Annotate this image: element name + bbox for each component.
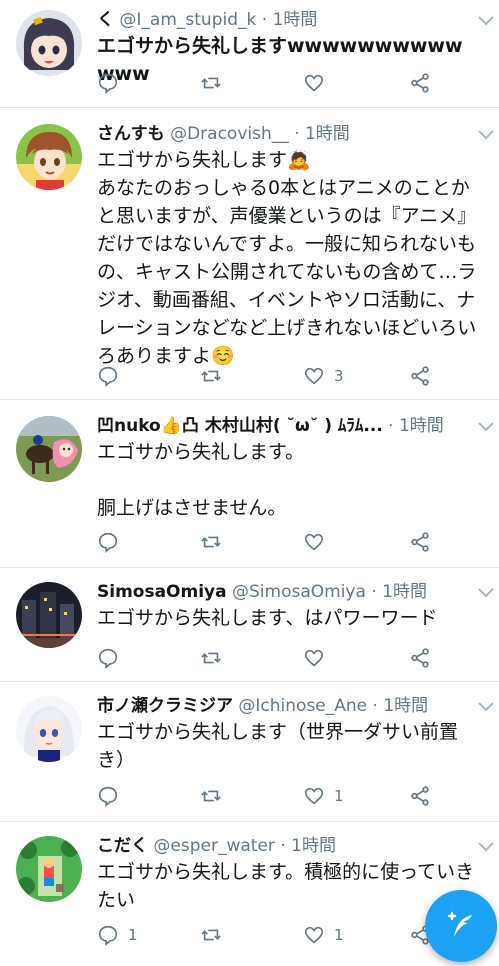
like-button[interactable]: 3 [303,363,344,389]
chevron-down-icon[interactable] [477,700,495,714]
separator-dot: · [372,696,378,716]
timestamp[interactable]: 1時間 [399,416,444,436]
retweet-icon [201,536,221,548]
heart-icon [304,74,324,92]
user-handle[interactable]: @Dracovish__ [170,124,289,144]
separator-dot: · [388,416,394,436]
share-icon [411,366,429,386]
compose-tweet-button[interactable] [425,890,497,962]
separator-dot: · [261,10,268,30]
reply-count: 1 [128,926,138,944]
reply-icon [98,925,118,946]
display-name[interactable]: 市ノ瀬クラミジア [97,696,233,716]
tweet[interactable]: SimosaOmiya @SimosaOmiya · 1時間 エゴサから失礼しま… [0,568,499,682]
tweet[interactable]: さんすも @Dracovish__ · 1時間 エゴサから失礼します🙇 あなたの… [0,108,499,400]
tweet[interactable]: こだく @esper_water · 1時間 エゴサから失礼します。積極的に使っ… [0,822,499,966]
reply-button[interactable] [97,645,128,671]
timestamp[interactable]: 1時間 [305,124,350,144]
share-button[interactable] [409,783,431,809]
tweet[interactable]: 市ノ瀬クラミジア @Ichinose_Ane · 1時間 エゴサから失礼します（… [0,682,499,822]
retweet-icon [201,790,221,802]
reply-icon [98,532,118,553]
chevron-down-icon[interactable] [477,128,495,142]
reply-icon [98,366,118,387]
like-button[interactable]: 1 [303,783,344,809]
heart-icon [304,787,324,805]
tweet-text: エゴサから失礼します、はパワーワード [97,607,438,629]
retweet-icon [201,370,221,382]
like-count: 1 [334,787,344,805]
display-name[interactable]: 凹nuko👍凸 木村山村( ˘ω˘ ) ﾑﾗﾑ... [97,416,383,436]
timestamp[interactable]: 1時間 [291,836,336,856]
retweet-button[interactable] [200,70,231,96]
timeline: く @I_am_stupid_k · 1時間 エゴサから失礼しますwwwwwww… [0,0,499,966]
retweet-icon [201,77,221,89]
like-count: 1 [334,926,344,944]
avatar[interactable] [16,10,82,76]
tweet-text: エゴサから失礼します🙇 あなたのおっしゃる0本とはアニメのことかと思いますが、声… [97,149,477,367]
timestamp[interactable]: 1時間 [382,582,427,602]
chevron-down-icon[interactable] [477,840,495,854]
tweet[interactable]: 凹nuko👍凸 木村山村( ˘ω˘ ) ﾑﾗﾑ... · 1時間 エゴサから失礼… [0,400,499,568]
tweet-text: エゴサから失礼します（世界一ダサい前置き） [97,721,459,771]
display-name[interactable]: こだく [97,836,148,856]
like-button[interactable] [303,645,334,671]
retweet-button[interactable] [200,363,231,389]
avatar[interactable] [16,582,82,648]
reply-button[interactable] [97,783,128,809]
share-button[interactable] [409,70,431,96]
retweet-button[interactable] [200,783,231,809]
tweet-text: エゴサから失礼します。 胴上げはさせません。 [97,441,305,519]
avatar[interactable] [16,696,82,762]
separator-dot: · [280,836,286,856]
share-button[interactable] [409,529,431,555]
reply-button[interactable]: 1 [97,922,138,948]
tweet-text: エゴサから失礼します。積極的に使っていきたい [97,861,475,911]
heart-icon [304,649,324,667]
reply-button[interactable] [97,529,128,555]
heart-icon [304,367,324,385]
display-name[interactable]: さんすも [97,124,165,144]
like-count: 3 [334,367,344,385]
chevron-down-icon[interactable] [477,586,495,600]
display-name[interactable]: く [97,10,114,30]
user-handle[interactable]: @esper_water [153,836,275,856]
display-name[interactable]: SimosaOmiya [97,582,227,602]
user-handle[interactable]: @Ichinose_Ane [238,696,367,716]
retweet-icon [201,929,221,941]
share-icon [411,73,429,93]
separator-dot: · [294,124,300,144]
share-icon [411,532,429,552]
like-button[interactable]: 1 [303,922,344,948]
share-icon [411,786,429,806]
user-handle[interactable]: @I_am_stupid_k [119,10,256,30]
avatar[interactable] [16,416,82,482]
retweet-button[interactable] [200,529,231,555]
chevron-down-icon[interactable] [477,14,495,28]
reply-button[interactable] [97,363,128,389]
like-button[interactable] [303,70,334,96]
timestamp[interactable]: 1時間 [383,696,428,716]
heart-icon [304,533,324,551]
user-handle[interactable]: @SimosaOmiya [232,582,366,602]
reply-icon [98,73,118,94]
heart-icon [304,926,324,944]
reply-icon [98,786,118,807]
reply-icon [98,648,118,669]
avatar[interactable] [16,124,82,190]
tweet[interactable]: く @I_am_stupid_k · 1時間 エゴサから失礼しますwwwwwww… [0,0,499,108]
retweet-icon [201,652,221,664]
retweet-button[interactable] [200,922,231,948]
share-button[interactable] [409,363,431,389]
share-button[interactable] [409,645,431,671]
reply-button[interactable] [97,70,128,96]
like-button[interactable] [303,529,334,555]
timestamp[interactable]: 1時間 [273,10,318,30]
avatar[interactable] [16,836,82,902]
chevron-down-icon[interactable] [477,420,495,434]
compose-feather-icon [447,911,472,937]
retweet-button[interactable] [200,645,231,671]
separator-dot: · [371,582,377,602]
share-icon [411,648,429,668]
